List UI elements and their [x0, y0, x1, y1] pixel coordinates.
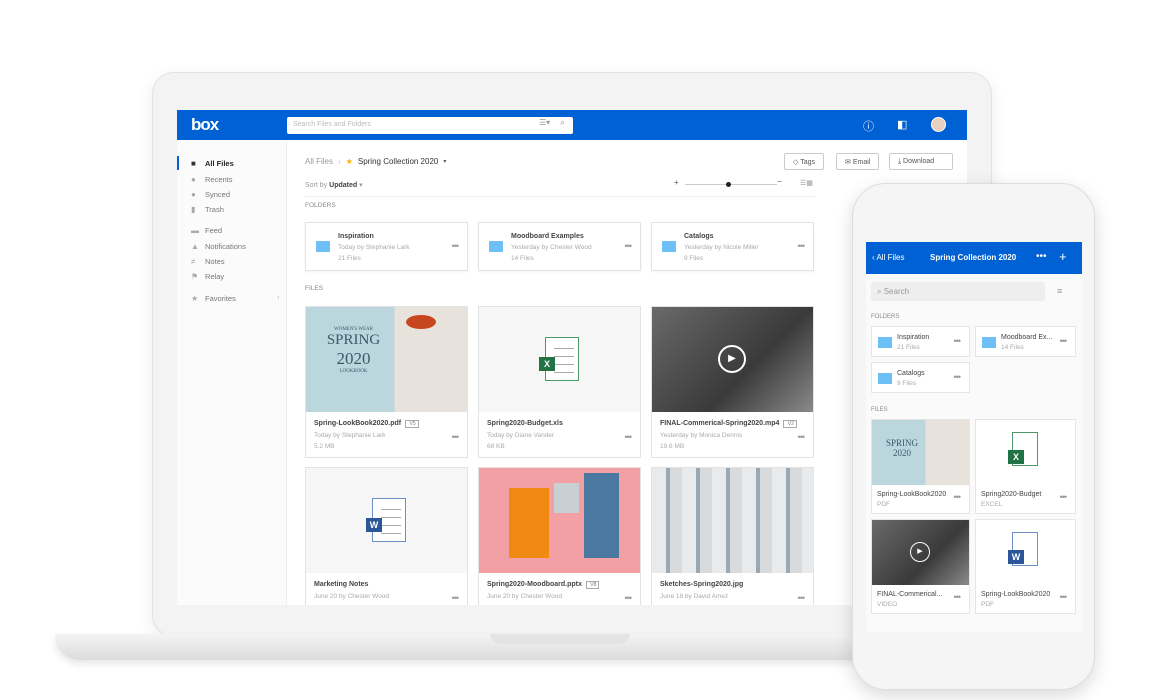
folder-icon: ■ [191, 159, 196, 168]
excel-thumbnail: X [479, 307, 640, 412]
more-options-icon[interactable]: ••• [1036, 251, 1047, 262]
mobile-folder-card[interactable]: Inspiration 21 Files ••• [871, 326, 970, 357]
file-card[interactable]: Sketches-Spring2020.jpg June 18 by David… [651, 467, 814, 605]
back-button[interactable]: ‹ All Files [872, 253, 904, 262]
folder-card[interactable]: Moodboard Examples Yesterday by Chester W… [478, 222, 641, 271]
panel-icon[interactable]: ◧ [897, 118, 907, 131]
mail-icon: ✉ [845, 159, 853, 166]
mobile-folder-card[interactable]: Moodboard Ex... 14 Files ••• [975, 326, 1076, 357]
folder-card[interactable]: Catalogs Yesterday by Nicole Miller 9 File… [651, 222, 814, 271]
clock-icon: ● [191, 175, 196, 184]
avatar[interactable] [931, 117, 946, 132]
top-bar: box Search Files and Folders ☰▾ ⌕ ⓘ ◧ [177, 110, 967, 140]
search-input[interactable]: Search Files and Folders [287, 117, 573, 134]
more-options-icon[interactable]: ••• [625, 593, 633, 603]
more-options-icon[interactable]: ••• [625, 432, 633, 442]
folder-card[interactable]: Inspiration Today by Stephanie Lark 21 Fil… [305, 222, 468, 271]
mobile-search-input[interactable]: ⌕ Search [871, 282, 1045, 301]
sidebar-item-recents[interactable]: ● Recents [191, 175, 233, 184]
mobile-title: Spring Collection 2020 [930, 253, 1017, 262]
file-card[interactable]: Spring2020-Moodboard.pptx V8 June 20 by … [478, 467, 641, 605]
file-card[interactable]: WOMEN'S WEAR SPRING 2020 LOOKBOOK Spring… [305, 306, 468, 458]
folder-icon [662, 241, 676, 252]
laptop-notch [490, 634, 630, 644]
file-card[interactable]: ▶ FINAL-Commerical-Spring2020.mp4 V2 Yes… [651, 306, 814, 458]
folder-icon [489, 241, 503, 252]
sidebar-item-feed[interactable]: ▬ Feed [191, 226, 222, 235]
sidebar-item-trash[interactable]: ▮ Trash [191, 205, 224, 214]
word-thumbnail: W [306, 468, 467, 573]
bell-icon: ▲ [191, 242, 199, 251]
tags-button[interactable]: ◇ Tags [784, 153, 824, 170]
help-icon[interactable]: ⓘ [863, 118, 874, 134]
file-card[interactable]: X Spring2020-Budget.xls Today by Diane V… [478, 306, 641, 458]
more-options-icon[interactable]: ••• [798, 432, 806, 442]
chevron-right-icon: › [338, 157, 341, 166]
files-heading: FILES [305, 285, 324, 292]
mobile-folder-card[interactable]: Catalogs 9 Files ••• [871, 362, 970, 393]
sidebar-item-relay[interactable]: ⚑ Relay [191, 272, 224, 281]
version-badge[interactable]: V5 [405, 420, 419, 428]
zoom-slider-handle[interactable] [726, 182, 731, 187]
star-icon: ★ [191, 294, 199, 303]
sidebar: ■ All Files ● Recents ● Synced ▮ Trash ▬ Feed… [177, 140, 287, 605]
sidebar-item-all-files[interactable]: ■ All Files [191, 159, 234, 168]
zoom-out-icon[interactable]: − [777, 177, 782, 186]
more-options-icon[interactable]: ••• [452, 593, 460, 603]
sync-icon: ● [191, 190, 196, 199]
add-icon[interactable]: + [1059, 249, 1067, 264]
breadcrumb: All Files › ★ Spring Collection 2020 ▾ [305, 157, 446, 166]
sidebar-item-favorites[interactable]: ★ Favorites [191, 294, 236, 303]
zoom-in-icon[interactable]: + [674, 178, 679, 187]
current-folder[interactable]: Spring Collection 2020 [358, 157, 439, 166]
play-icon[interactable]: ▶ [718, 345, 746, 373]
mobile-file-card[interactable]: W Spring-LookBook2020 PDF ••• [975, 519, 1076, 614]
view-toggle-icon[interactable]: ☰▦ [800, 179, 813, 187]
sidebar-item-synced[interactable]: ● Synced [191, 190, 230, 199]
search-icon[interactable]: ⌕ [560, 117, 565, 128]
mobile-app: ‹ All Files Spring Collection 2020 ••• +… [866, 242, 1082, 632]
mobile-file-card[interactable]: ▶ FINAL-Commerical... VIDEO ••• [871, 519, 970, 614]
folders-heading: FOLDERS [305, 202, 336, 209]
more-options-icon[interactable]: ••• [625, 241, 633, 251]
zoom-slider[interactable] [685, 184, 777, 185]
box-logo[interactable]: box [191, 115, 219, 135]
sidebar-item-notes[interactable]: ≠ Notes [191, 257, 225, 266]
version-badge[interactable]: V2 [783, 420, 797, 428]
breadcrumb-all-files[interactable]: All Files [305, 157, 333, 166]
more-options-icon[interactable]: ••• [798, 241, 806, 251]
play-icon: ▶ [910, 542, 930, 562]
sketches-thumbnail [652, 468, 813, 573]
folder-icon [316, 241, 330, 252]
version-badge[interactable]: V8 [585, 581, 600, 589]
desktop-app: box Search Files and Folders ☰▾ ⌕ ⓘ ◧ ■ A… [177, 110, 967, 605]
sort-icon[interactable]: ≡ [1057, 286, 1062, 296]
feed-icon: ▬ [191, 226, 199, 235]
chevron-right-icon[interactable]: › [277, 294, 279, 301]
star-icon: ★ [345, 157, 353, 166]
filter-icon[interactable]: ☰▾ [539, 118, 550, 127]
trash-icon: ▮ [191, 205, 196, 214]
video-thumbnail: ▶ [652, 307, 813, 412]
flag-icon: ⚑ [191, 272, 199, 281]
more-options-icon[interactable]: ••• [452, 432, 460, 442]
sort-control[interactable]: Sort by Updated ▾ [305, 181, 363, 189]
more-options-icon[interactable]: ••• [798, 593, 806, 603]
mobile-header: ‹ All Files Spring Collection 2020 ••• + [866, 242, 1082, 274]
file-card[interactable]: W Marketing Notes June 20 by Chester Woo… [305, 467, 468, 605]
email-button[interactable]: ✉ Email [836, 153, 880, 170]
lookbook-thumbnail: WOMEN'S WEAR SPRING 2020 LOOKBOOK [306, 307, 467, 412]
moodboard-thumbnail [479, 468, 640, 573]
caret-down-icon[interactable]: ▾ [443, 158, 446, 165]
mobile-file-card[interactable]: SPRING 2020 Spring-LookBook2020 PDF ••• [871, 419, 970, 514]
notes-icon: ≠ [191, 257, 196, 266]
download-button[interactable]: ⤓ Download [889, 153, 953, 170]
mobile-file-card[interactable]: X Spring2020-Budget EXCEL ••• [975, 419, 1076, 514]
more-options-icon[interactable]: ••• [452, 241, 460, 251]
sidebar-item-notifications[interactable]: ▲ Notifications [191, 242, 246, 251]
